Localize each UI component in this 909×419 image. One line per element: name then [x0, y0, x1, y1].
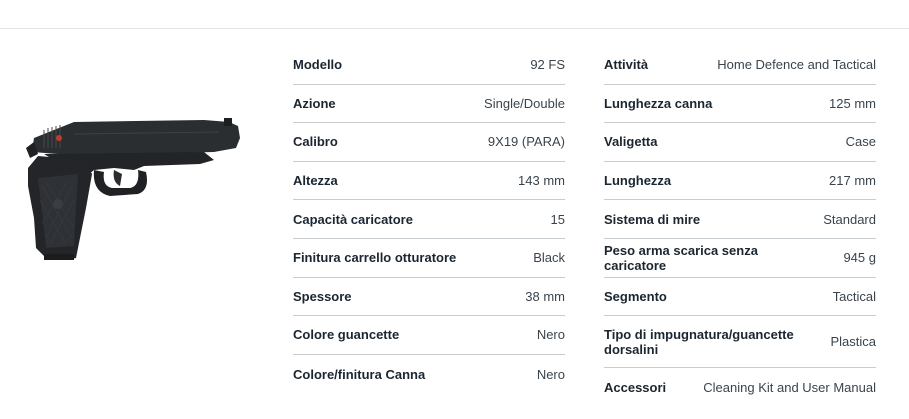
specs-right-column: Attività Home Defence and Tactical Lungh… [604, 46, 876, 407]
spec-value: Home Defence and Tactical [717, 57, 876, 73]
spec-row-finitura-carrello: Finitura carrello otturatore Black [293, 239, 565, 278]
spec-label: Lunghezza [604, 173, 672, 189]
spec-row-spessore: Spessore 38 mm [293, 278, 565, 317]
spec-label: Segmento [604, 288, 667, 304]
spec-label: Colore guancette [293, 327, 400, 343]
spec-value: Plastica [830, 334, 876, 350]
spec-label: Valigetta [604, 134, 658, 150]
spec-label: Capacità caricatore [293, 211, 413, 227]
spec-value: Nero [536, 327, 565, 343]
spec-label: Peso arma scarica senza caricatore [604, 242, 758, 273]
spec-label: Modello [293, 57, 343, 73]
spec-value: 9X19 (PARA) [487, 134, 565, 150]
spec-value: 92 FS [530, 57, 565, 73]
spec-label: Accessori [604, 379, 667, 395]
spec-row-accessori: Accessori Cleaning Kit and User Manual [604, 368, 876, 407]
spec-value: Black [533, 250, 565, 266]
spec-label: Altezza [293, 173, 338, 189]
spec-label: Lunghezza canna [604, 95, 713, 111]
pistol-image [26, 118, 240, 260]
spec-row-calibro: Calibro 9X19 (PARA) [293, 123, 565, 162]
spec-row-altezza: Altezza 143 mm [293, 162, 565, 201]
spec-value: Single/Double [484, 95, 565, 111]
spec-value: Case [845, 134, 876, 150]
spec-value: Tactical [832, 288, 876, 304]
spec-row-sistema-di-mire: Sistema di mire Standard [604, 200, 876, 239]
spec-label: Attività [604, 57, 649, 73]
spec-label: Finitura carrello otturatore [293, 250, 457, 266]
spec-label: Azione [293, 95, 336, 111]
spec-value: Nero [536, 366, 565, 382]
spec-value: 217 mm [829, 173, 876, 189]
spec-label: Spessore [293, 288, 352, 304]
spec-row-colore-guancette: Colore guancette Nero [293, 316, 565, 355]
spec-row-colore-finitura-canna: Colore/finitura Canna Nero [293, 355, 565, 394]
spec-row-lunghezza: Lunghezza 217 mm [604, 162, 876, 201]
specs-left-column: Modello 92 FS Azione Single/Double Calib… [293, 46, 565, 393]
spec-label: Calibro [293, 134, 338, 150]
spec-value: 125 mm [829, 95, 876, 111]
spec-value: Cleaning Kit and User Manual [703, 379, 876, 395]
spec-row-modello: Modello 92 FS [293, 46, 565, 85]
top-divider [0, 28, 909, 29]
spec-row-attivita: Attività Home Defence and Tactical [604, 46, 876, 85]
spec-row-tipo-impugnatura: Tipo di impugnatura/guancette dorsalini … [604, 316, 876, 369]
spec-value: 38 mm [525, 288, 565, 304]
spec-label: Sistema di mire [604, 211, 701, 227]
spec-row-peso: Peso arma scarica senza caricatore 945 g [604, 239, 876, 278]
spec-value: 15 [550, 211, 565, 227]
spec-row-valigetta: Valigetta Case [604, 123, 876, 162]
spec-value: 945 g [843, 250, 876, 266]
spec-label: Tipo di impugnatura/guancette dorsalini [604, 326, 794, 357]
spec-value: 143 mm [518, 173, 565, 189]
spec-row-segmento: Segmento Tactical [604, 278, 876, 317]
spec-row-lunghezza-canna: Lunghezza canna 125 mm [604, 85, 876, 124]
spec-value: Standard [823, 211, 876, 227]
spec-label: Colore/finitura Canna [293, 366, 426, 382]
spec-row-capacita-caricatore: Capacità caricatore 15 [293, 200, 565, 239]
spec-row-azione: Azione Single/Double [293, 85, 565, 124]
